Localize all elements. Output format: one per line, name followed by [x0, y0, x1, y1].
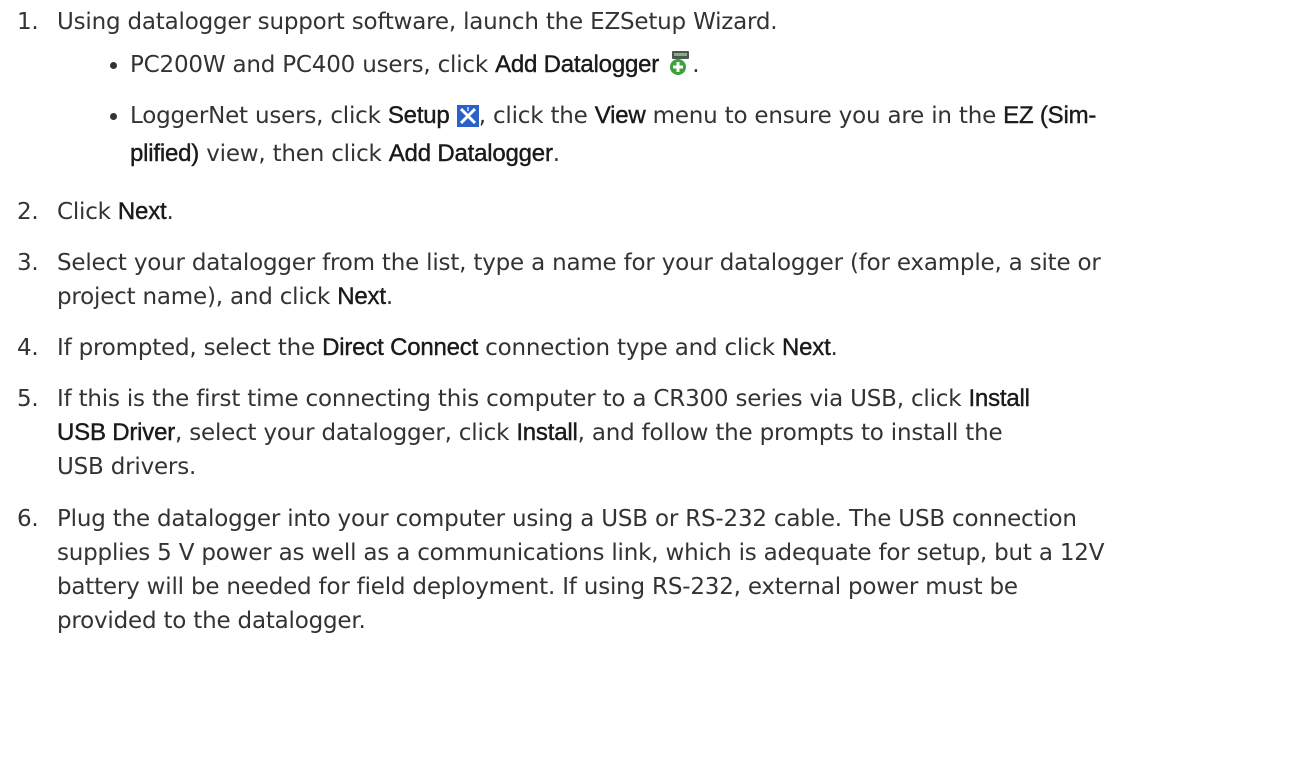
step-text: Plug the datalogger into your computer u…: [57, 506, 1105, 634]
bullet-text: LoggerNet users, click Setup , click the…: [130, 102, 1097, 167]
step-text: If prompted, select the Direct Connect c…: [57, 334, 838, 361]
ui-term: USB Driver: [57, 419, 176, 446]
step-number: 6.: [17, 506, 39, 532]
ui-term: View: [594, 102, 646, 129]
step-number: 2.: [17, 199, 39, 225]
bullet-text: PC200W and PC400 users, click Add Datalo…: [130, 48, 1292, 86]
ui-term: Add Datalogger: [388, 140, 554, 167]
ui-term: Direct Connect: [322, 334, 479, 361]
ui-term: Next: [117, 198, 167, 225]
step-text: Click Next.: [57, 198, 174, 225]
step-text: If this is the first time connecting thi…: [57, 385, 1030, 480]
ui-term: Add Datalogger: [495, 51, 660, 78]
step-number: 4.: [17, 335, 39, 361]
ui-term: EZ (Sim-: [1003, 102, 1097, 129]
ui-term: Next: [781, 334, 831, 361]
ui-term: plified): [130, 140, 200, 167]
step-number: 3.: [17, 250, 39, 276]
ui-term: Setup: [387, 102, 450, 129]
ui-term: Install: [516, 419, 578, 446]
document: 1. Using datalogger support software, la…: [0, 0, 1296, 764]
ui-term: Next: [337, 283, 386, 310]
step-text: Using datalogger support software, launc…: [57, 9, 778, 35]
step-number: 5.: [17, 386, 39, 412]
add-datalogger-icon: [666, 50, 692, 86]
setup-icon: [456, 103, 479, 137]
bullet-dot: [110, 62, 117, 69]
bullet-dot: [110, 113, 117, 120]
step-number: 1.: [17, 9, 39, 35]
ui-term: Install: [968, 385, 1030, 412]
step-text: Select your datalogger from the list, ty…: [57, 250, 1101, 310]
